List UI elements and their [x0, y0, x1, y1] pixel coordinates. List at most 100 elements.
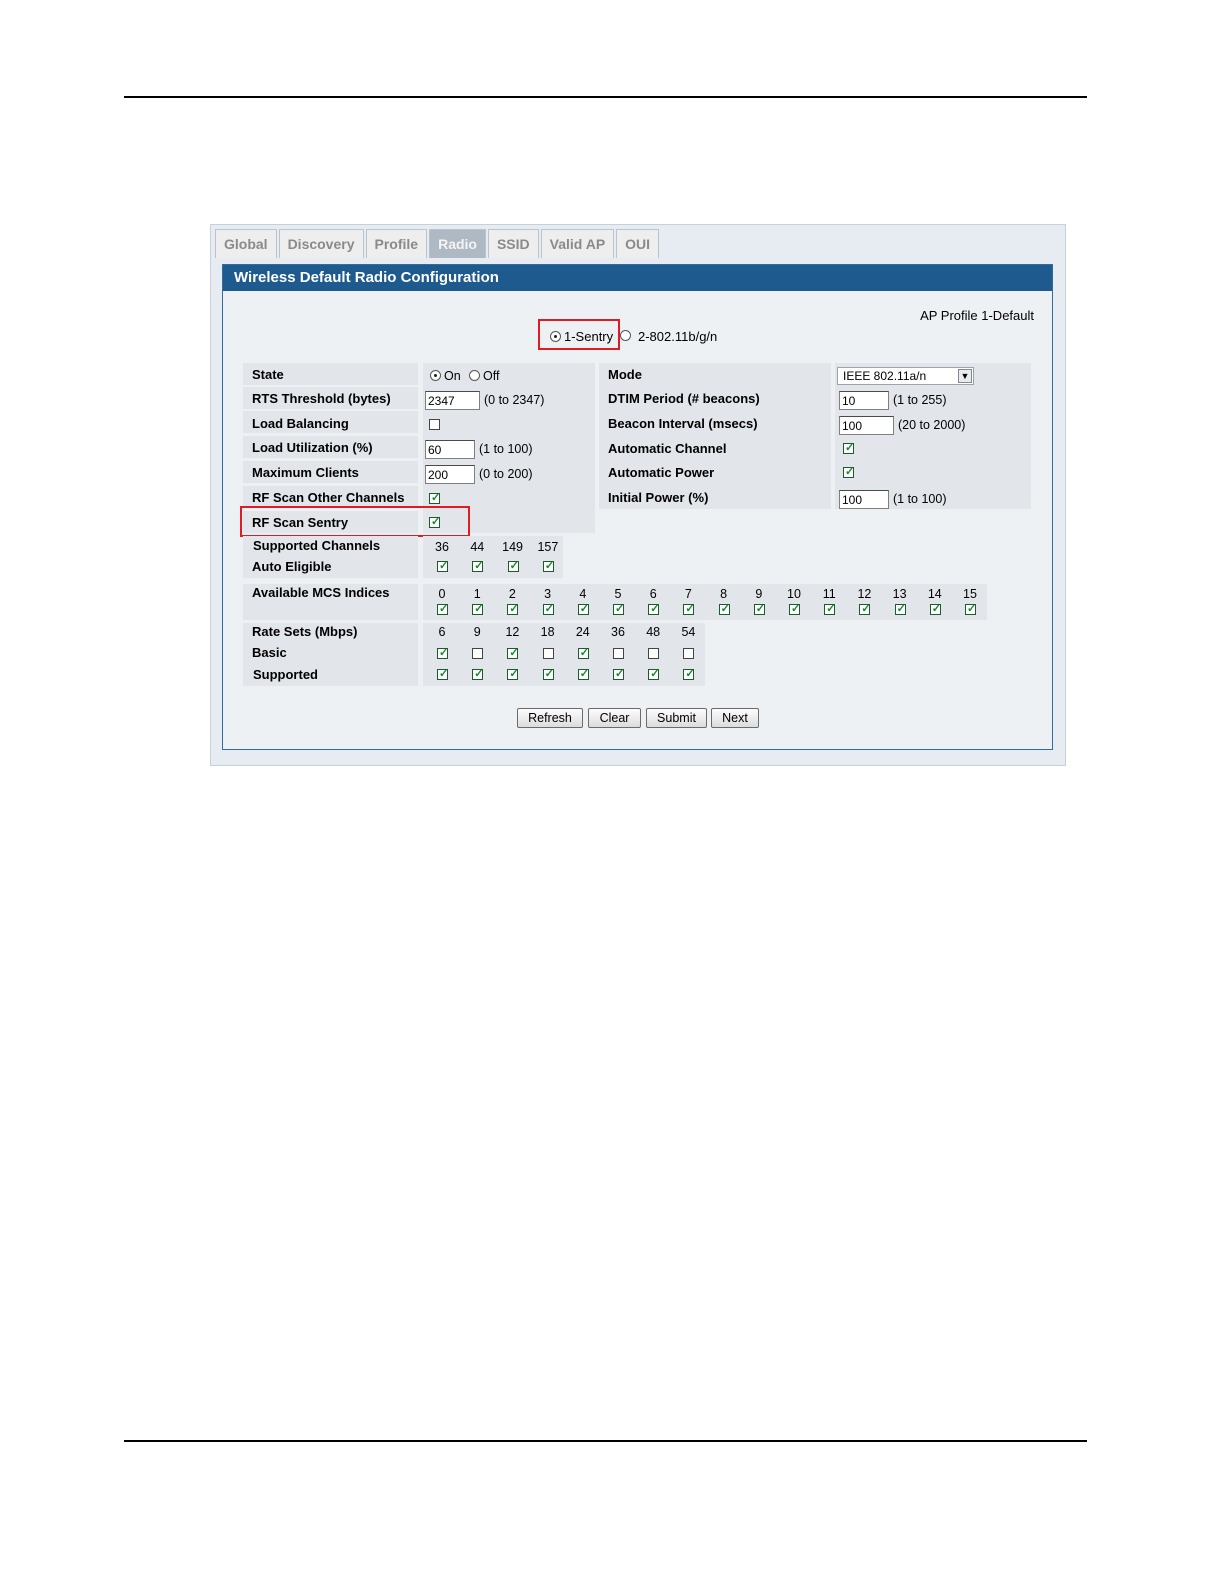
- basic-rate-checkbox-54[interactable]: [683, 648, 695, 659]
- beacon-interval-input[interactable]: [839, 416, 894, 435]
- mcs-index: 3: [544, 587, 552, 601]
- tab-global[interactable]: Global: [215, 229, 277, 258]
- mcs-checkbox-10[interactable]: [789, 602, 800, 615]
- top-rule: [124, 96, 1087, 98]
- panel-title: Wireless Default Radio Configuration: [223, 265, 1052, 291]
- mcs-checkbox-3[interactable]: [542, 602, 554, 615]
- maximum-clients-range: (0 to 200): [479, 467, 533, 481]
- tab-oui[interactable]: OUI: [616, 229, 660, 258]
- basic-rate-checkbox-18[interactable]: [542, 648, 554, 659]
- beacon-interval-label: Beacon Interval (msecs): [608, 416, 758, 431]
- supported-rate-checkbox-36[interactable]: [613, 667, 624, 680]
- load-balancing-checkbox[interactable]: [429, 419, 440, 430]
- row-bg: [599, 363, 831, 509]
- supported-rate-checkbox-54[interactable]: [683, 667, 695, 680]
- supported-rate-checkbox-48[interactable]: [648, 667, 659, 680]
- supported-rate-checkbox-6[interactable]: [437, 667, 448, 680]
- supported-rate-checkbox-9[interactable]: [472, 667, 483, 680]
- rts-threshold-range: (0 to 2347): [484, 393, 545, 407]
- mcs-checkbox-6[interactable]: [648, 602, 659, 615]
- auto-eligible-checkbox-149[interactable]: [507, 559, 519, 572]
- automatic-channel-label: Automatic Channel: [608, 441, 727, 456]
- rts-threshold-input[interactable]: [425, 391, 480, 410]
- automatic-power-checkbox[interactable]: [843, 465, 854, 478]
- mcs-checkbox-11[interactable]: [824, 602, 835, 615]
- tab-discovery[interactable]: Discovery: [278, 229, 364, 258]
- dtim-period-label: DTIM Period (# beacons): [608, 391, 760, 406]
- automatic-channel-checkbox[interactable]: [843, 441, 854, 454]
- bottom-rule: [124, 1440, 1087, 1442]
- initial-power-input[interactable]: [839, 490, 889, 509]
- rts-threshold-label: RTS Threshold (bytes): [252, 391, 391, 406]
- channel-number: 157: [537, 540, 559, 554]
- auto-eligible-checkbox-44[interactable]: [472, 559, 484, 572]
- basic-rate-checkbox-9[interactable]: [472, 648, 484, 659]
- mcs-checkbox-0[interactable]: [437, 602, 448, 615]
- mcs-index: 5: [614, 587, 622, 601]
- load-utilization-range: (1 to 100): [479, 442, 533, 456]
- mcs-checkbox-8[interactable]: [718, 602, 730, 615]
- state-off-label: Off: [483, 369, 500, 383]
- auto-eligible-checkbox-36[interactable]: [437, 559, 448, 572]
- tab-profile[interactable]: Profile: [365, 229, 428, 258]
- mcs-index: 0: [438, 587, 446, 601]
- mcs-checkbox-15[interactable]: [965, 602, 976, 615]
- radio-2-80211bgn[interactable]: [620, 330, 631, 341]
- chevron-down-icon[interactable]: ▼: [958, 369, 972, 383]
- next-button[interactable]: Next: [711, 708, 759, 728]
- rate-value: 24: [575, 625, 590, 639]
- maximum-clients-label: Maximum Clients: [252, 465, 359, 480]
- rf-scan-other-channels-checkbox[interactable]: [429, 491, 440, 504]
- mode-select[interactable]: IEEE 802.11a/n ▼: [837, 367, 974, 385]
- state-label: State: [252, 367, 284, 382]
- mcs-checkbox-13[interactable]: [894, 602, 906, 615]
- mcs-checkbox-9[interactable]: [753, 602, 765, 615]
- basic-rate-checkbox-6[interactable]: [437, 646, 448, 659]
- basic-rate-checkbox-12[interactable]: [507, 646, 519, 659]
- mcs-checkbox-12[interactable]: [859, 602, 871, 615]
- basic-rate-checkbox-24[interactable]: [577, 646, 589, 659]
- mcs-checkbox-7[interactable]: [683, 602, 695, 615]
- auto-eligible-checkbox-157[interactable]: [542, 559, 554, 572]
- state-off-radio[interactable]: [469, 370, 480, 381]
- ap-profile-label: AP Profile 1-Default: [920, 308, 1034, 323]
- mcs-index: 7: [684, 587, 692, 601]
- mcs-index: 11: [822, 587, 836, 601]
- clear-button[interactable]: Clear: [588, 708, 641, 728]
- mcs-index: 12: [857, 587, 872, 601]
- supported-rate-checkbox-12[interactable]: [507, 667, 519, 680]
- mcs-index: 13: [892, 587, 907, 601]
- channel-number: 36: [435, 540, 449, 554]
- state-on-radio[interactable]: [430, 370, 441, 381]
- supported-rate-checkbox-24[interactable]: [577, 667, 589, 680]
- available-mcs-indices-label: Available MCS Indices: [252, 585, 390, 600]
- dtim-period-input[interactable]: [839, 391, 889, 410]
- tab-valid-ap[interactable]: Valid AP: [540, 229, 615, 258]
- tab-radio[interactable]: Radio: [429, 229, 486, 258]
- submit-button[interactable]: Submit: [646, 708, 707, 728]
- basic-rate-checkbox-48[interactable]: [648, 648, 660, 659]
- rate-value: 48: [646, 625, 661, 639]
- automatic-power-label: Automatic Power: [608, 465, 715, 480]
- maximum-clients-input[interactable]: [425, 465, 475, 484]
- mcs-checkbox-14[interactable]: [929, 602, 941, 615]
- rate-value: 6: [438, 625, 446, 639]
- rate-value: 12: [505, 625, 520, 639]
- mcs-checkbox-2[interactable]: [507, 602, 519, 615]
- mcs-checkbox-1[interactable]: [472, 602, 483, 615]
- rate-value: 36: [611, 625, 625, 639]
- load-utilization-input[interactable]: [425, 440, 475, 459]
- initial-power-label: Initial Power (%): [608, 490, 709, 505]
- mcs-checkbox-5[interactable]: [613, 602, 624, 615]
- initial-power-range: (1 to 100): [893, 492, 947, 506]
- screenshot-frame: Global Discovery Profile Radio SSID Valid AP O…: [210, 224, 1066, 766]
- tab-ssid[interactable]: SSID: [487, 229, 539, 258]
- mcs-checkbox-4[interactable]: [577, 602, 589, 615]
- refresh-button[interactable]: Refresh: [517, 708, 583, 728]
- radio-config-panel: Wireless Default Radio Configuration AP …: [222, 264, 1053, 750]
- supported-rate-checkbox-18[interactable]: [542, 667, 554, 680]
- basic-rate-checkbox-36[interactable]: [613, 648, 624, 659]
- radio-2-label: 2-802.11b/g/n: [638, 329, 718, 344]
- highlight-radio-1-sentry: [538, 319, 620, 350]
- dtim-period-range: (1 to 255): [893, 393, 947, 407]
